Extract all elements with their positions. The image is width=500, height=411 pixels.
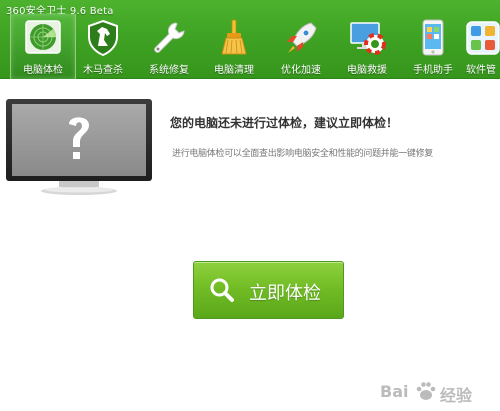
tab-label: 电脑体检 [23,65,63,76]
tab-label: 电脑清理 [214,65,254,76]
tab-label: 电脑救援 [347,65,387,76]
software-grid-icon [466,21,500,55]
tab-label: 系统修复 [149,65,189,76]
radar-scan-icon [25,20,61,54]
watermark-text-right: 经验 [440,386,473,405]
watermark-text-left: Bai [380,382,409,401]
rocket-icon [287,22,317,53]
horse-shield-icon [88,19,118,57]
lifebuoy-monitor-icon [350,22,386,55]
main-tab-bar: 电脑体检 木马查杀 系统修复 电脑清理 优化加速 电脑救援 手机助手 软件管 [0,14,500,79]
start-checkup-label: 立即体检 [249,283,321,304]
wrench-icon [154,22,185,53]
tab-phone-assistant[interactable]: 手机助手 [400,14,466,79]
checkup-headline: 您的电脑还未进行过体检，建议立即体检！ [170,116,399,130]
baidu-jingyan-watermark: Bai 经验 [380,379,492,405]
broom-icon [221,19,247,55]
title-bar: 360安全卫士 9.6 Beta 电脑体检 木马查杀 系统修复 电脑清理 优化加… [0,0,500,79]
paw-icon [416,382,436,400]
tab-rescue[interactable]: 电脑救援 [334,14,400,79]
tab-software-manager[interactable]: 软件管 [463,14,500,79]
question-mark-monitor-icon [6,99,152,195]
tab-system-repair[interactable]: 系统修复 [136,14,202,79]
tab-trojan-scan[interactable]: 木马查杀 [70,14,136,79]
tab-checkup[interactable]: 电脑体检 [10,14,76,79]
start-checkup-button[interactable]: 立即体检 [193,261,344,319]
tab-optimize[interactable]: 优化加速 [268,14,334,79]
tab-label: 优化加速 [281,65,321,76]
tab-label: 手机助手 [413,65,453,76]
checkup-description: 进行电脑体检可以全面查出影响电脑安全和性能的问题并能一键修复 [172,149,434,159]
tab-cleanup[interactable]: 电脑清理 [201,14,267,79]
search-icon [210,278,234,302]
phone-icon [422,19,444,56]
tab-label: 软件管 [466,65,496,76]
tab-label: 木马查杀 [83,65,123,76]
